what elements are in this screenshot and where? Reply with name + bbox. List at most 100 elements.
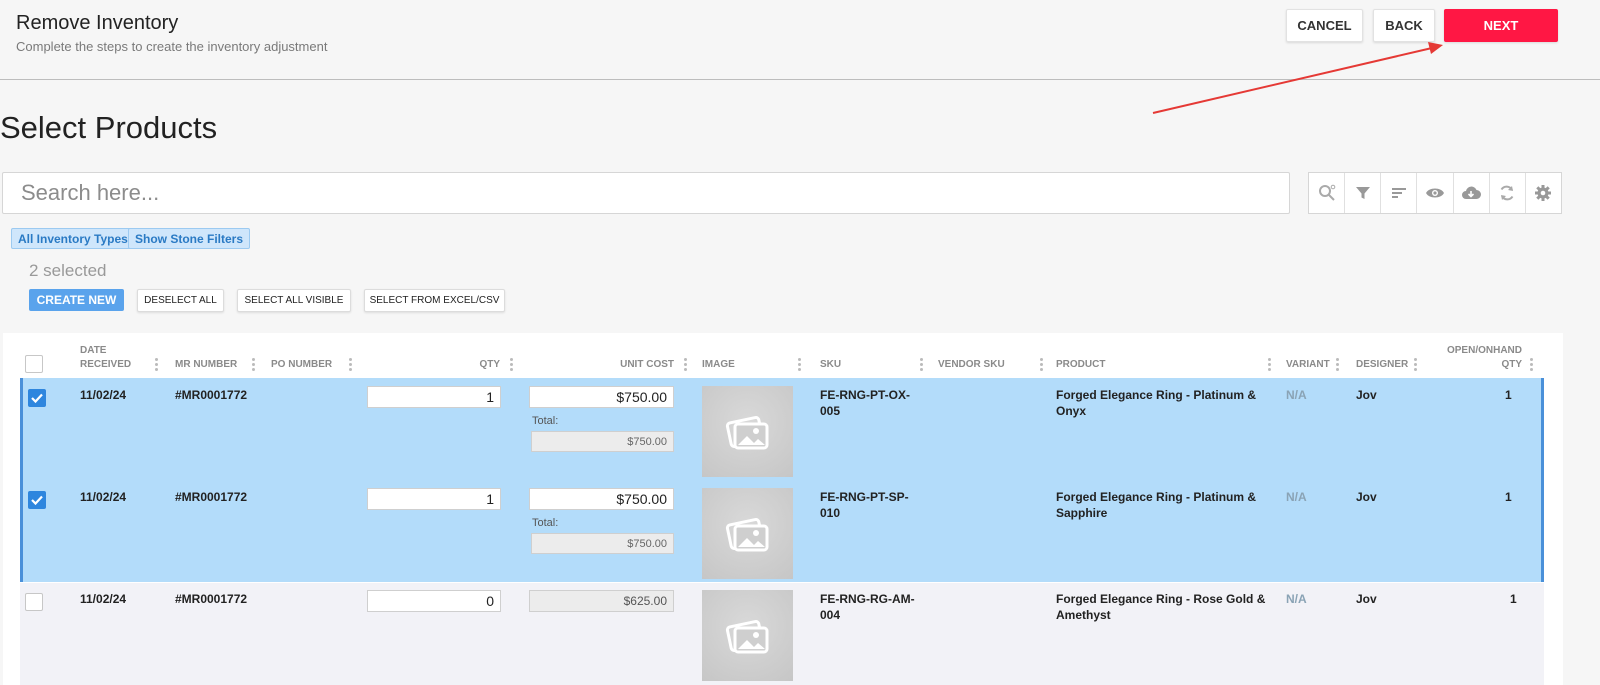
total-value: $750.00 (531, 431, 674, 452)
page-header: Remove Inventory Complete the steps to c… (0, 0, 1600, 80)
designer: Jov (1356, 592, 1377, 606)
qty-input[interactable] (367, 590, 501, 612)
row-checkbox[interactable] (25, 593, 43, 611)
select-all-checkbox[interactable] (25, 355, 43, 373)
date-received: 11/02/24 (80, 592, 127, 606)
column-resize-handle[interactable] (920, 358, 923, 372)
image-placeholder-icon (725, 619, 768, 653)
col-header-sku[interactable]: SKU (820, 358, 841, 372)
onhand-qty: 1 (1505, 388, 1512, 402)
designer: Jov (1356, 490, 1377, 504)
mr-number: #MR0001772 (175, 388, 248, 402)
date-received: 11/02/24 (80, 388, 127, 402)
col-header-onhand-line1: OPEN/ONHAND (1446, 345, 1522, 356)
product-line1: Forged Elegance Ring - Platinum & (1056, 388, 1257, 402)
cancel-button[interactable]: CANCEL (1286, 9, 1363, 42)
sku-line2: 005 (820, 404, 841, 418)
product-image-placeholder (702, 488, 793, 579)
sku-line2: 010 (820, 506, 841, 520)
column-resize-handle[interactable] (1336, 358, 1339, 372)
sku-line1: FE-RNG-RG-AM- (820, 592, 915, 606)
designer: Jov (1356, 388, 1377, 402)
sku: FE-RNG-RG-AM- 004 (820, 591, 915, 623)
gear-icon[interactable] (1526, 173, 1561, 213)
row-checkbox[interactable] (28, 389, 46, 407)
selected-count: 2 selected (29, 261, 107, 280)
product-line1: Forged Elegance Ring - Platinum & (1056, 490, 1257, 504)
column-resize-handle[interactable] (1530, 358, 1533, 372)
select-all-visible-button[interactable]: SELECT ALL VISIBLE (237, 289, 351, 312)
column-resize-handle[interactable] (510, 358, 513, 372)
refresh-icon[interactable] (1490, 173, 1526, 213)
sku-line1: FE-RNG-PT-SP- (820, 490, 909, 504)
onhand-qty: 1 (1505, 490, 1512, 504)
qty-input[interactable] (367, 386, 501, 408)
unit-cost-input[interactable] (529, 386, 674, 408)
onhand-qty: 1 (1510, 592, 1517, 606)
search-input[interactable] (2, 172, 1290, 214)
col-header-date-received[interactable]: DATE RECEIVED (80, 344, 131, 372)
sku: FE-RNG-PT-SP- 010 (820, 489, 909, 521)
row-checkbox[interactable] (28, 491, 46, 509)
col-header-variant[interactable]: VARIANT (1286, 358, 1330, 372)
page-title: Remove Inventory (16, 12, 179, 34)
cloud-download-icon[interactable] (1454, 173, 1490, 213)
col-header-product[interactable]: PRODUCT (1056, 358, 1105, 372)
product-image-placeholder (702, 386, 793, 477)
total-label: Total: (532, 415, 559, 427)
product-line2: Sapphire (1056, 506, 1108, 520)
mr-number: #MR0001772 (175, 592, 248, 606)
col-header-po-number[interactable]: PO NUMBER (271, 358, 332, 372)
variant: N/A (1286, 388, 1307, 402)
image-placeholder-icon (725, 517, 768, 551)
search-settings-icon[interactable] (1309, 173, 1346, 213)
column-resize-handle[interactable] (1040, 358, 1043, 372)
col-header-designer[interactable]: DESIGNER (1356, 358, 1408, 372)
sku-line2: 004 (820, 608, 841, 622)
select-from-excel-button[interactable]: SELECT FROM EXCEL/CSV (364, 289, 505, 312)
grid-toolbar (1308, 172, 1562, 214)
back-button[interactable]: BACK (1373, 9, 1435, 42)
check-icon (31, 495, 43, 506)
product-name: Forged Elegance Ring - Platinum & Sapphir… (1056, 489, 1256, 521)
mr-number: #MR0001772 (175, 490, 248, 504)
inventory-types-filter[interactable]: All Inventory Types (11, 228, 135, 249)
variant: N/A (1286, 592, 1307, 606)
col-header-open-onhand-qty[interactable]: OPEN/ONHAND QTY (1410, 344, 1522, 372)
product-image-placeholder (702, 590, 793, 681)
column-resize-handle[interactable] (798, 358, 801, 372)
column-resize-handle[interactable] (349, 358, 352, 372)
filter-icon[interactable] (1345, 173, 1382, 213)
col-header-image[interactable]: IMAGE (702, 358, 735, 372)
eye-icon[interactable] (1417, 173, 1454, 213)
total-value: $750.00 (531, 533, 674, 554)
create-new-button[interactable]: CREATE NEW (29, 289, 124, 311)
col-header-unit-cost[interactable]: UNIT COST (560, 358, 674, 372)
sku: FE-RNG-PT-OX- 005 (820, 387, 910, 419)
qty-input[interactable] (367, 488, 501, 510)
check-icon (31, 393, 43, 404)
unit-cost-input (529, 590, 674, 612)
date-received: 11/02/24 (80, 490, 127, 504)
column-resize-handle[interactable] (252, 358, 255, 372)
unit-cost-input[interactable] (529, 488, 674, 510)
next-button[interactable]: NEXT (1444, 9, 1558, 42)
image-placeholder-icon (725, 415, 768, 449)
col-header-date-line1: DATE (80, 345, 107, 356)
col-header-date-line2: RECEIVED (80, 359, 132, 370)
col-header-mr-number[interactable]: MR NUMBER (175, 358, 237, 372)
col-header-vendor-sku[interactable]: VENDOR SKU (938, 358, 1005, 372)
product-line2: Amethyst (1056, 608, 1111, 622)
deselect-all-button[interactable]: DESELECT ALL (137, 289, 224, 312)
col-header-onhand-line2: QTY (1501, 359, 1522, 370)
section-title: Select Products (0, 110, 218, 145)
stone-filters-toggle[interactable]: Show Stone Filters (128, 228, 251, 249)
column-resize-handle[interactable] (684, 358, 687, 372)
col-header-qty[interactable]: QTY (430, 358, 500, 372)
column-resize-handle[interactable] (1268, 358, 1271, 372)
column-resize-handle[interactable] (155, 358, 158, 372)
product-line1: Forged Elegance Ring - Rose Gold & (1056, 592, 1266, 606)
sku-line1: FE-RNG-PT-OX- (820, 388, 910, 402)
product-name: Forged Elegance Ring - Platinum & Onyx (1056, 387, 1256, 419)
sort-icon[interactable] (1381, 173, 1418, 213)
